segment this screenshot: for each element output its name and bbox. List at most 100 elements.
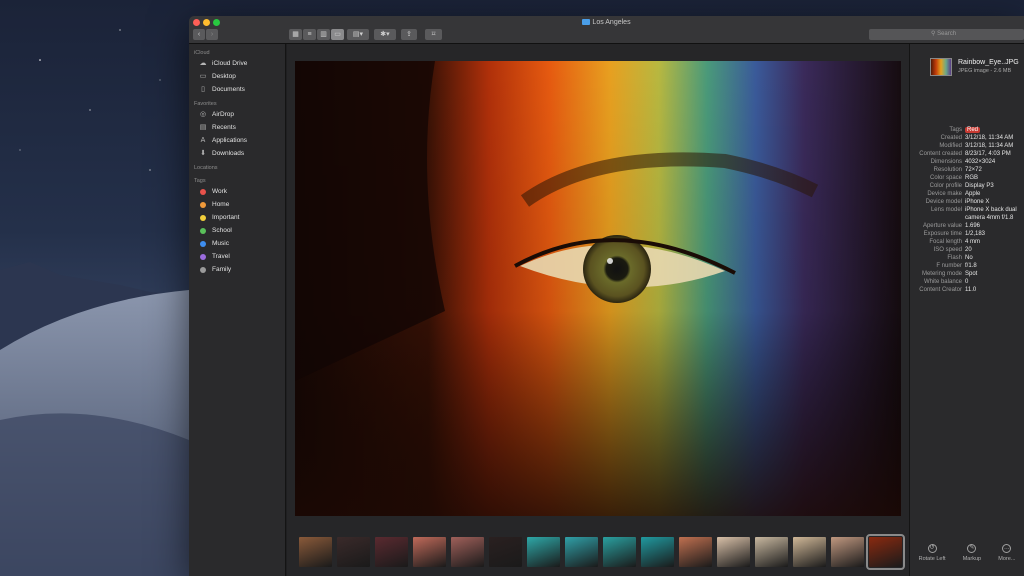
airdrop-icon: ◎ bbox=[199, 110, 207, 118]
document-icon: ▯ bbox=[201, 85, 205, 93]
metadata-key: Created bbox=[940, 135, 962, 141]
thumbnail[interactable] bbox=[793, 536, 826, 567]
sidebar-item-label: Downloads bbox=[212, 150, 245, 157]
metadata-row: Color profile Display P3 bbox=[910, 182, 1024, 190]
metadata-row: Exposure time 1/2,183 bbox=[910, 230, 1024, 238]
sidebar-item-icloud-drive[interactable]: ☁ iCloud Drive bbox=[189, 57, 285, 70]
sidebar-item-downloads[interactable]: ⬇ Downloads bbox=[189, 147, 285, 160]
forward-button[interactable]: › bbox=[206, 29, 218, 40]
thumbnail[interactable] bbox=[337, 536, 370, 567]
preview-image[interactable] bbox=[295, 61, 901, 516]
metadata-value: Display P3 bbox=[965, 183, 994, 189]
tag-color-dot bbox=[200, 201, 206, 208]
icon-view-icon[interactable]: ▦ bbox=[289, 29, 302, 40]
sidebar-tag-home[interactable]: Home bbox=[189, 198, 285, 211]
applications-icon: A bbox=[200, 136, 206, 144]
thumbnail[interactable] bbox=[831, 536, 864, 567]
metadata-key: Tags bbox=[949, 127, 962, 133]
metadata-key: Lens model bbox=[930, 207, 962, 213]
thumbnail[interactable] bbox=[375, 536, 408, 567]
thumbnail[interactable] bbox=[489, 536, 522, 567]
thumbnail-strip bbox=[287, 529, 909, 574]
metadata-value: 20 bbox=[965, 247, 972, 253]
thumbnail[interactable] bbox=[866, 533, 905, 570]
thumbnail[interactable] bbox=[641, 536, 674, 567]
sidebar-item-airdrop[interactable]: ◎ AirDrop bbox=[189, 108, 285, 121]
sidebar-item-label: Desktop bbox=[212, 73, 236, 80]
sidebar-item-label: Music bbox=[212, 240, 229, 247]
gear-icon[interactable]: ✱▾ bbox=[374, 29, 396, 40]
metadata-key: Aperture value bbox=[922, 223, 962, 229]
sidebar-item-label: Recents bbox=[212, 124, 236, 131]
metadata-row: Modified 3/12/18, 11:34 AM bbox=[910, 142, 1024, 150]
list-view-icon[interactable]: ≡ bbox=[303, 29, 316, 40]
sidebar-item-label: School bbox=[212, 227, 232, 234]
metadata-list: Tags Red Created 3/12/18, 11:34 AM Modified 3… bbox=[910, 126, 1024, 294]
thumbnail[interactable] bbox=[451, 536, 484, 567]
thumbnail[interactable] bbox=[679, 536, 712, 567]
sidebar-item-documents[interactable]: ▯ Documents bbox=[189, 83, 285, 96]
back-button[interactable]: ‹ bbox=[193, 29, 205, 40]
sidebar-section-locations: Locations bbox=[194, 165, 218, 171]
metadata-value: 1.696 bbox=[965, 223, 981, 229]
sidebar: iCloud ☁ iCloud Drive ▭ Desktop ▯ Documents… bbox=[189, 44, 286, 576]
action-label: Rotate Left bbox=[918, 556, 946, 562]
thumbnail[interactable] bbox=[565, 536, 598, 567]
metadata-row: Content Creator 11.0 bbox=[910, 286, 1024, 294]
sidebar-item-applications[interactable]: A Applications bbox=[189, 134, 285, 147]
metadata-row: F number f/1.8 bbox=[910, 262, 1024, 270]
desktop-icon: ▭ bbox=[199, 72, 207, 80]
sidebar-item-label: Important bbox=[212, 214, 240, 221]
metadata-key: Modified bbox=[939, 143, 962, 149]
group-menu-icon[interactable]: ▤▾ bbox=[347, 29, 369, 40]
metadata-row: Created 3/12/18, 11:34 AM bbox=[910, 134, 1024, 142]
metadata-value: Red bbox=[965, 126, 1024, 134]
cloud-icon: ☁ bbox=[199, 59, 207, 67]
metadata-row: Device model iPhone X bbox=[910, 198, 1024, 206]
metadata-key: Metering mode bbox=[921, 271, 962, 277]
metadata-value: iPhone X back dual camera 4mm f/1.8 bbox=[965, 207, 1017, 221]
sidebar-tag-travel[interactable]: Travel bbox=[189, 250, 285, 263]
thumbnail[interactable] bbox=[527, 536, 560, 567]
metadata-row: Focal length 4 mm bbox=[910, 238, 1024, 246]
sidebar-item-label: Home bbox=[212, 201, 230, 208]
column-view-icon[interactable]: ▥ bbox=[317, 29, 330, 40]
markup-button[interactable]: ✎ Markup bbox=[963, 544, 981, 562]
tag-color-dot bbox=[200, 227, 206, 234]
sidebar-tag-music[interactable]: Music bbox=[189, 237, 285, 250]
thumbnail[interactable] bbox=[603, 536, 636, 567]
share-icon[interactable]: ⇪ bbox=[401, 29, 417, 40]
gallery-view-icon[interactable]: ▭ bbox=[331, 29, 344, 40]
sidebar-item-label: Applications bbox=[212, 137, 248, 144]
thumbnail[interactable] bbox=[717, 536, 750, 567]
metadata-value: 3/12/18, 11:34 AM bbox=[965, 135, 1014, 141]
metadata-key: Dimensions bbox=[930, 159, 962, 165]
metadata-row: Aperture value 1.696 bbox=[910, 222, 1024, 230]
metadata-value: 0 bbox=[965, 279, 969, 285]
sidebar-item-label: AirDrop bbox=[212, 111, 235, 118]
metadata-row: Resolution 72×72 bbox=[910, 166, 1024, 174]
metadata-key: Device model bbox=[925, 199, 962, 205]
thumbnail[interactable] bbox=[413, 536, 446, 567]
metadata-key: Resolution bbox=[933, 167, 962, 173]
rotate-left-button[interactable]: ↺ Rotate Left bbox=[919, 544, 946, 562]
window-title: Los Angeles bbox=[189, 19, 1024, 26]
more-button[interactable]: … More... bbox=[998, 544, 1015, 562]
file-thumbnail bbox=[930, 58, 952, 76]
search-input[interactable]: ⚲ Search bbox=[869, 29, 1024, 40]
metadata-row: Device make Apple bbox=[910, 190, 1024, 198]
tag-icon[interactable]: ⌑ bbox=[425, 29, 442, 40]
search-placeholder: Search bbox=[937, 31, 957, 37]
metadata-key: F number bbox=[936, 263, 962, 269]
sidebar-tag-work[interactable]: Work bbox=[189, 185, 285, 198]
gallery-view bbox=[287, 44, 909, 576]
sidebar-tag-important[interactable]: Important bbox=[189, 211, 285, 224]
thumbnail[interactable] bbox=[299, 536, 332, 567]
file-info: JPEG image - 2.6 MB bbox=[958, 68, 1012, 74]
thumbnail[interactable] bbox=[755, 536, 788, 567]
sidebar-tag-school[interactable]: School bbox=[189, 224, 285, 237]
sidebar-item-desktop[interactable]: ▭ Desktop bbox=[189, 70, 285, 83]
metadata-key: Exposure time bbox=[923, 231, 962, 237]
sidebar-item-recents[interactable]: ▤ Recents bbox=[189, 121, 285, 134]
sidebar-tag-family[interactable]: Family bbox=[189, 263, 285, 276]
